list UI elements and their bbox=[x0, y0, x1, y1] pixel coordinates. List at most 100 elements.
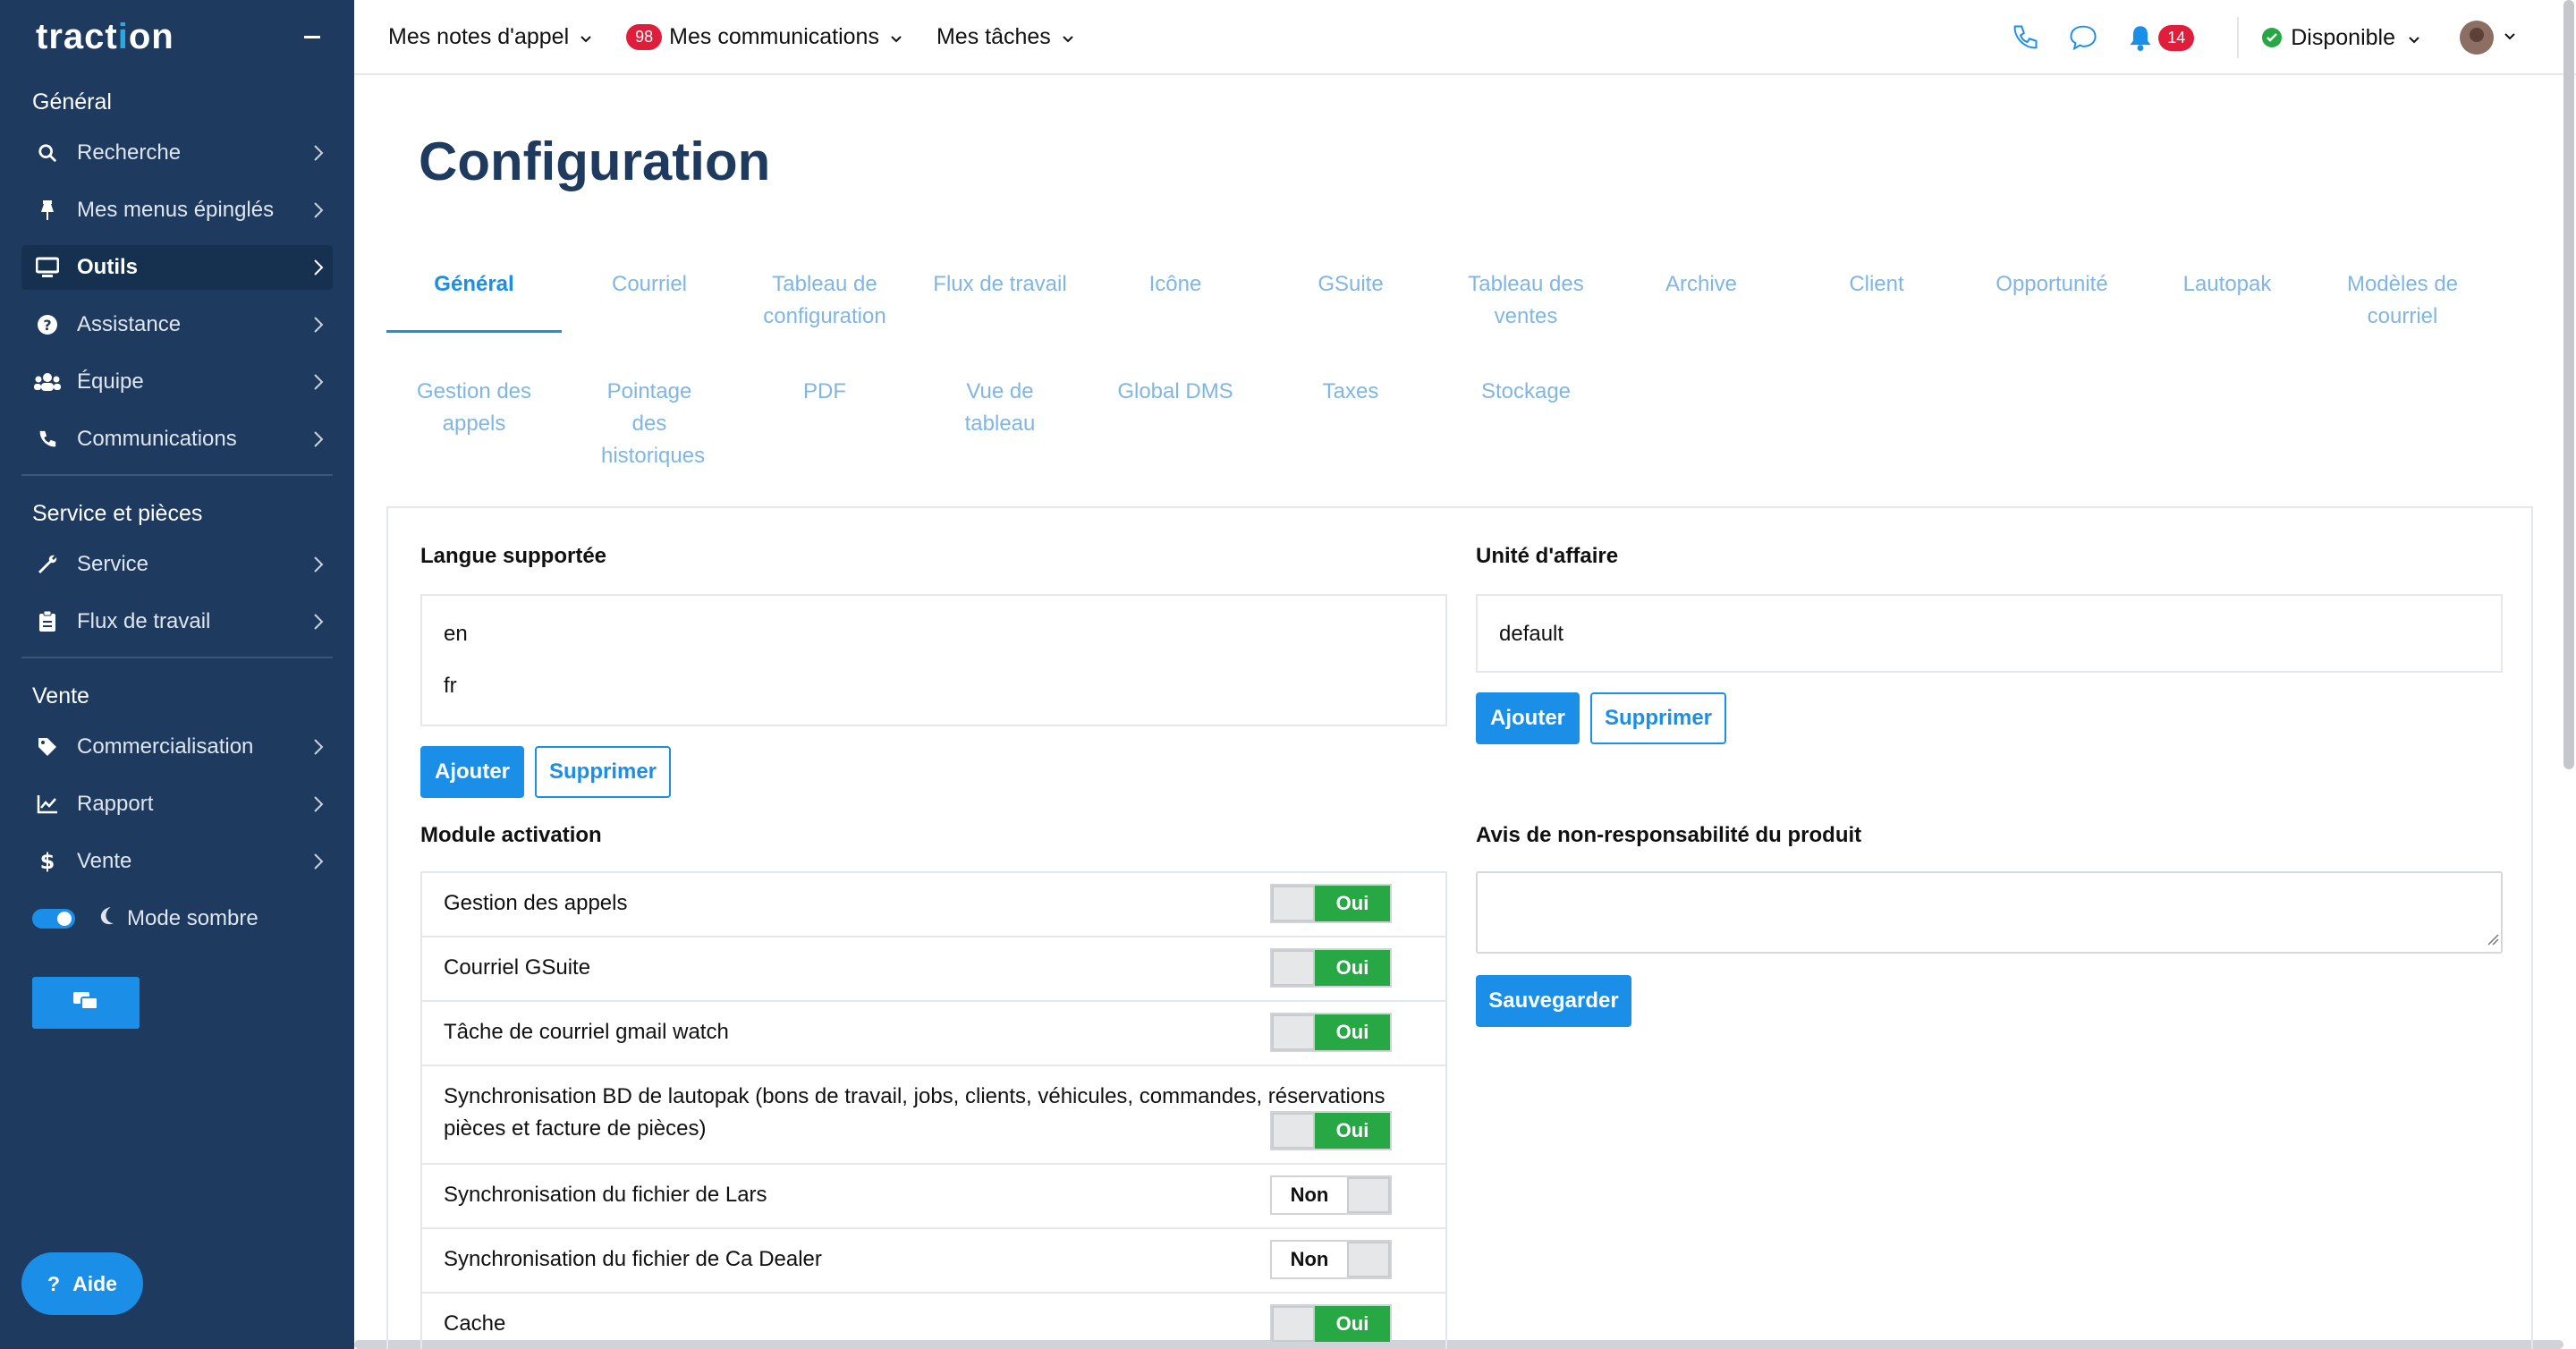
question-circle-icon: ? bbox=[34, 313, 61, 336]
tab-stockage[interactable]: Stockage bbox=[1438, 376, 1614, 472]
module-toggle[interactable]: Oui bbox=[1270, 1013, 1392, 1052]
tab-pointage-des-historiques[interactable]: Pointage des historiques bbox=[562, 376, 737, 472]
tab-gestion-des-appels[interactable]: Gestion des appels bbox=[386, 376, 562, 472]
module-toggle[interactable]: Oui bbox=[1270, 948, 1392, 988]
module-toggle[interactable]: Non bbox=[1270, 1240, 1392, 1279]
chevron-down-icon[interactable] bbox=[2503, 30, 2517, 46]
resize-handle-icon[interactable] bbox=[2487, 933, 2499, 950]
tab-courriel[interactable]: Courriel bbox=[562, 268, 737, 333]
phone-icon bbox=[34, 428, 61, 451]
chevron-right-icon bbox=[313, 794, 324, 819]
sidebar-item-label: Commercialisation bbox=[77, 734, 254, 759]
tab-gsuite[interactable]: GSuite bbox=[1263, 268, 1438, 333]
language-option[interactable]: fr bbox=[422, 660, 1445, 712]
sidebar-item-assistance[interactable]: ? Assistance bbox=[21, 302, 333, 347]
dark-mode-row: Mode sombre bbox=[32, 896, 354, 941]
module-label: Gestion des appels bbox=[444, 891, 628, 915]
sidebar-item-label: Mes menus épinglés bbox=[77, 198, 275, 222]
tab-lautopak[interactable]: Lautopak bbox=[2140, 268, 2315, 333]
sidebar: traction Général Recherche Mes menus épi… bbox=[0, 0, 354, 1349]
search-icon bbox=[34, 141, 61, 165]
tab-opportunite[interactable]: Opportunité bbox=[1964, 268, 2140, 333]
sidebar-item-label: Communications bbox=[77, 427, 237, 451]
module-activation-label: Module activation bbox=[420, 823, 602, 847]
tasks-menu[interactable]: Mes tâches bbox=[936, 24, 1074, 50]
tab-client[interactable]: Client bbox=[1789, 268, 1964, 333]
sidebar-item-commercialisation[interactable]: Commercialisation bbox=[21, 725, 333, 769]
tab-modeles-de-courriel[interactable]: Modèles de courriel bbox=[2315, 268, 2490, 333]
module-toggle[interactable]: Non bbox=[1270, 1175, 1392, 1215]
traction-logo[interactable]: traction bbox=[36, 17, 174, 57]
sidebar-item-rapport[interactable]: Rapport bbox=[21, 782, 333, 827]
tab-vue-de-tableau[interactable]: Vue de tableau bbox=[912, 376, 1088, 472]
module-toggle[interactable]: Oui bbox=[1270, 1111, 1392, 1150]
tab-tableau-des-ventes[interactable]: Tableau des ventes bbox=[1438, 268, 1614, 333]
chat-button[interactable] bbox=[32, 977, 140, 1029]
business-unit-list[interactable]: default bbox=[1476, 594, 2503, 673]
sidebar-item-label: Outils bbox=[77, 255, 139, 279]
sidebar-item-flux-de-travail[interactable]: Flux de travail bbox=[21, 599, 333, 644]
chat-bubble-icon[interactable] bbox=[2069, 24, 2097, 51]
bell-icon[interactable] bbox=[2128, 24, 2153, 51]
wrench-icon bbox=[34, 553, 61, 576]
tab-global-dms[interactable]: Global DMS bbox=[1088, 376, 1263, 472]
communications-label: Mes communications bbox=[669, 23, 879, 49]
business-unit-option[interactable]: default bbox=[1478, 608, 2501, 660]
tab-row-2: Gestion des appels Pointage des historiq… bbox=[386, 376, 2515, 472]
save-button[interactable]: Sauvegarder bbox=[1476, 975, 1631, 1027]
chevron-down-icon bbox=[1062, 24, 1074, 50]
toggle-knob bbox=[1347, 1242, 1390, 1277]
tab-flux-de-travail[interactable]: Flux de travail bbox=[912, 268, 1088, 333]
pin-icon bbox=[34, 199, 61, 222]
collapse-sidebar-icon[interactable] bbox=[304, 35, 320, 38]
remove-business-unit-button[interactable]: Supprimer bbox=[1590, 692, 1726, 744]
disclaimer-textarea[interactable] bbox=[1476, 871, 2503, 954]
sidebar-item-label: Vente bbox=[77, 849, 132, 873]
language-option[interactable]: en bbox=[422, 608, 1445, 660]
section-title-vente: Vente bbox=[32, 683, 89, 708]
toggle-knob bbox=[1347, 1177, 1390, 1213]
tab-archive[interactable]: Archive bbox=[1614, 268, 1789, 333]
call-notes-menu[interactable]: Mes notes d'appel bbox=[388, 24, 592, 50]
help-button[interactable]: ? Aide bbox=[21, 1252, 143, 1315]
communications-badge: 98 bbox=[626, 23, 663, 50]
add-language-button[interactable]: Ajouter bbox=[420, 746, 524, 798]
config-tabs: Général Courriel Tableau de configuratio… bbox=[386, 268, 2515, 472]
toggle-state: Oui bbox=[1315, 1306, 1390, 1342]
vertical-scrollbar[interactable] bbox=[2563, 0, 2574, 769]
sidebar-item-communications[interactable]: Communications bbox=[21, 417, 333, 462]
sidebar-item-service[interactable]: Service bbox=[21, 542, 333, 587]
toggle-state: Oui bbox=[1315, 1014, 1390, 1050]
add-business-unit-button[interactable]: Ajouter bbox=[1476, 692, 1580, 744]
module-row: Courriel GSuite Oui bbox=[422, 938, 1445, 1002]
tab-icone[interactable]: Icône bbox=[1088, 268, 1263, 333]
sidebar-item-recherche[interactable]: Recherche bbox=[21, 131, 333, 175]
sidebar-item-menus-epingles[interactable]: Mes menus épinglés bbox=[21, 188, 333, 233]
dollar-icon: $ bbox=[34, 850, 61, 873]
avatar[interactable] bbox=[2460, 21, 2494, 55]
sidebar-item-equipe[interactable]: Équipe bbox=[21, 360, 333, 404]
sidebar-item-vente[interactable]: $ Vente bbox=[21, 839, 333, 884]
clipboard-icon bbox=[34, 610, 61, 633]
tab-pdf[interactable]: PDF bbox=[737, 376, 912, 472]
languages-list[interactable]: en fr bbox=[420, 594, 1447, 726]
tab-tableau-de-configuration[interactable]: Tableau de configuration bbox=[737, 268, 912, 333]
dark-mode-toggle[interactable] bbox=[32, 909, 75, 929]
tag-icon bbox=[34, 735, 61, 759]
toggle-knob bbox=[1272, 886, 1315, 921]
module-toggle[interactable]: Oui bbox=[1270, 1304, 1392, 1344]
status-dropdown[interactable]: Disponible bbox=[2262, 25, 2420, 51]
module-label: Synchronisation BD de lautopak (bons de … bbox=[444, 1084, 1385, 1141]
status-label: Disponible bbox=[2291, 24, 2395, 50]
sidebar-item-outils[interactable]: Outils bbox=[21, 245, 333, 290]
module-toggle[interactable]: Oui bbox=[1270, 884, 1392, 923]
tab-taxes[interactable]: Taxes bbox=[1263, 376, 1438, 472]
chevron-right-icon bbox=[313, 258, 324, 283]
communications-menu[interactable]: 98 Mes communications bbox=[626, 23, 902, 50]
phone-icon[interactable] bbox=[2012, 24, 2038, 51]
users-icon bbox=[34, 370, 61, 394]
remove-language-button[interactable]: Supprimer bbox=[535, 746, 671, 798]
tab-general[interactable]: Général bbox=[386, 268, 562, 333]
question-icon: ? bbox=[47, 1271, 61, 1295]
top-bar: Mes notes d'appel 98 Mes communications … bbox=[354, 0, 2576, 75]
